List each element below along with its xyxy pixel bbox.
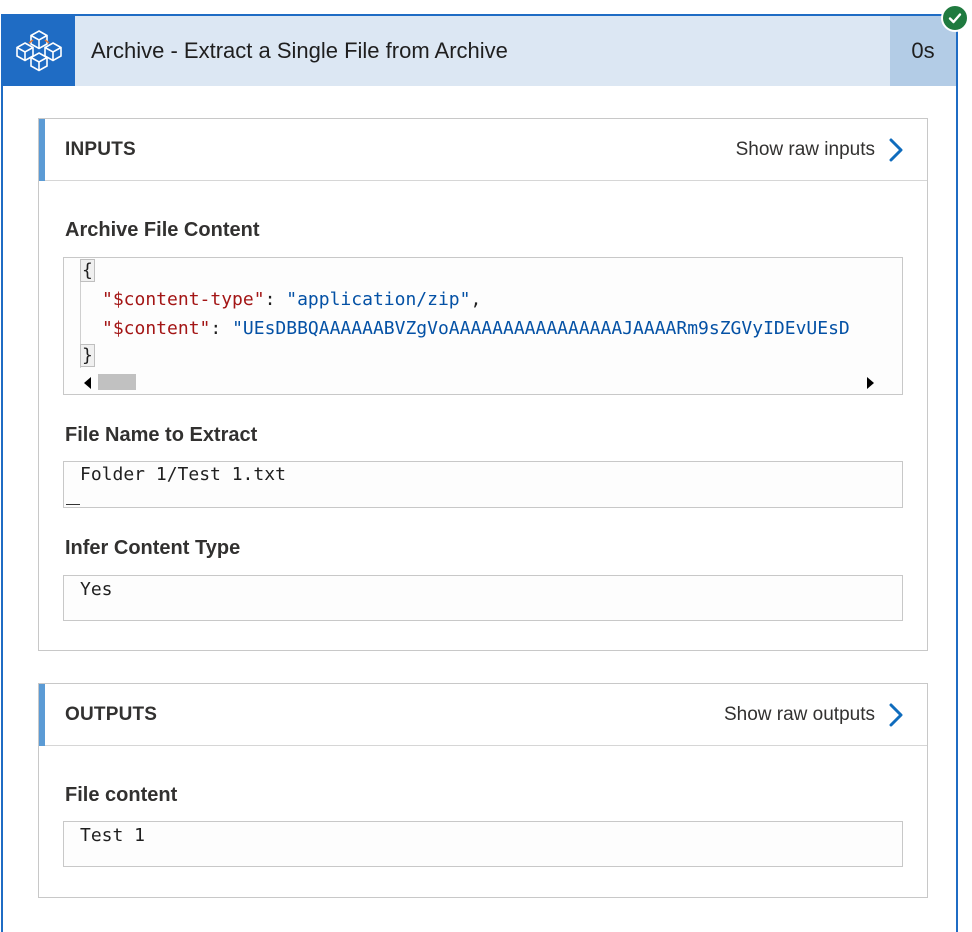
- archive-file-content-code[interactable]: { "$content-type": "application/zip", "$…: [63, 257, 903, 395]
- inputs-header: INPUTS Show raw inputs: [39, 119, 927, 181]
- show-raw-inputs-label: Show raw inputs: [735, 138, 875, 160]
- show-raw-inputs-link[interactable]: Show raw inputs: [736, 138, 903, 162]
- infer-content-type-field[interactable]: Yes: [63, 575, 903, 621]
- action-card: Archive - Extract a Single File from Arc…: [1, 14, 958, 932]
- file-name-label: File Name to Extract: [65, 424, 258, 446]
- horizontal-scrollbar[interactable]: [84, 374, 874, 390]
- scroll-left-icon[interactable]: [84, 377, 91, 389]
- file-name-value: Folder 1/Test 1.txt: [80, 464, 286, 485]
- inputs-title: INPUTS: [65, 138, 136, 160]
- scrollbar-thumb[interactable]: [98, 374, 136, 390]
- action-title: Archive - Extract a Single File from Arc…: [91, 38, 508, 63]
- chevron-right-icon: [889, 703, 903, 726]
- text-cursor: [66, 504, 80, 505]
- infer-content-type-value: Yes: [80, 579, 113, 600]
- file-content-field[interactable]: Test 1: [63, 821, 903, 867]
- success-check-icon: [941, 4, 969, 32]
- archive-cubes-icon: [3, 16, 75, 86]
- outputs-section: OUTPUTS Show raw outputs File content Te…: [38, 683, 928, 898]
- show-raw-outputs-link[interactable]: Show raw outputs: [724, 703, 903, 727]
- code-line-close: }: [80, 344, 95, 367]
- chevron-right-icon: [889, 138, 903, 161]
- file-content-value: Test 1: [80, 825, 146, 846]
- inputs-section: INPUTS Show raw inputs Archive File Cont…: [38, 118, 928, 651]
- show-raw-outputs-label: Show raw outputs: [723, 703, 875, 725]
- infer-content-type-label: Infer Content Type: [65, 537, 241, 559]
- archive-file-content-label: Archive File Content: [65, 219, 260, 241]
- file-name-field[interactable]: Folder 1/Test 1.txt: [63, 461, 903, 508]
- code-line-content-type: "$content-type": "application/zip",: [102, 289, 482, 310]
- code-line-open: {: [80, 259, 95, 282]
- action-header[interactable]: Archive - Extract a Single File from Arc…: [3, 16, 956, 86]
- code-line-content: "$content": "UEsDBBQAAAAAABVZgVoAAAAAAAA…: [102, 318, 850, 339]
- scroll-right-icon[interactable]: [867, 377, 874, 389]
- outputs-title: OUTPUTS: [65, 703, 158, 725]
- outputs-header: OUTPUTS Show raw outputs: [39, 684, 927, 746]
- file-content-label: File content: [65, 784, 178, 806]
